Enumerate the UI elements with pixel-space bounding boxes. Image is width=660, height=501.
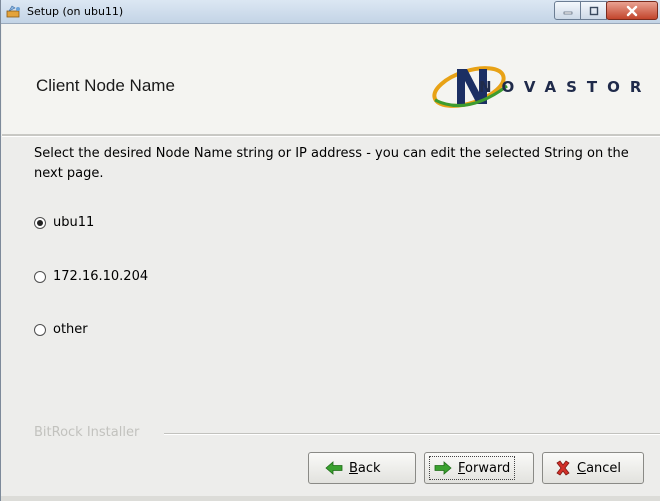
maximize-icon [589,6,598,15]
radio-selected-dot [37,219,43,226]
option-label: other [53,322,88,337]
title-bar[interactable]: Setup (on ubu11) [1,0,660,24]
window-title: Setup (on ubu11) [27,5,124,18]
arrow-right-icon [434,461,452,475]
back-button[interactable]: Back [308,452,416,484]
focus-ring: Forward [429,456,516,480]
window-bottom-border [1,496,660,501]
forward-label: Forward [458,460,511,476]
maximize-button[interactable] [580,1,607,20]
radio-button[interactable] [34,323,46,336]
installer-divider [164,433,660,435]
option-ubu11[interactable]: ubu11 [34,215,94,230]
option-label: 172.16.10.204 [53,269,149,284]
radio-button[interactable] [34,270,46,283]
option-other[interactable]: other [34,322,88,337]
option-label: ubu11 [53,215,95,230]
logo-wordmark: NOVASTOR [479,78,652,96]
minimize-button[interactable] [554,1,581,20]
radio-button[interactable] [34,216,46,229]
header-divider [2,134,660,137]
cancel-label: Cancel [577,460,622,476]
back-label: Back [349,460,381,476]
setup-window: Setup (on ubu11) Client Node Name NOVAST… [0,0,660,501]
setup-app-icon [6,5,20,18]
instruction-text: Select the desired Node Name string or I… [34,146,629,181]
option-ip-address[interactable]: 172.16.10.204 [34,269,148,284]
cancel-x-icon [556,460,570,476]
close-button[interactable] [606,1,658,20]
arrow-left-icon [325,461,343,475]
installer-label: BitRock Installer [34,425,140,440]
cancel-button[interactable]: Cancel [542,452,644,484]
close-icon [626,5,638,16]
page-title: Client Node Name [36,76,175,95]
forward-button[interactable]: Forward [424,452,534,484]
minimize-icon [563,11,572,14]
